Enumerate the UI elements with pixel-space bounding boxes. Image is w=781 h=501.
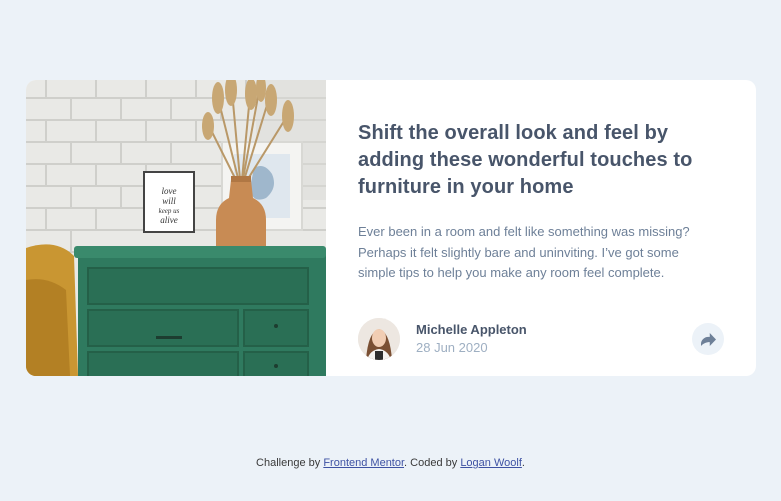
- share-button[interactable]: [692, 323, 724, 355]
- avatar: [358, 318, 400, 360]
- frontend-mentor-link[interactable]: Frontend Mentor: [323, 457, 404, 469]
- author-name: Michelle Appleton: [416, 322, 527, 337]
- post-date: 28 Jun 2020: [416, 340, 488, 355]
- attribution-middle: . Coded by: [404, 457, 461, 469]
- article-image: love will keep us alive: [26, 80, 326, 376]
- author-info: Michelle Appleton 28 Jun 2020: [416, 321, 527, 357]
- author-row: Michelle Appleton 28 Jun 2020: [358, 318, 724, 360]
- svg-text:alive: alive: [160, 215, 178, 225]
- svg-text:keep us: keep us: [159, 207, 180, 215]
- author-link[interactable]: Logan Woolf: [460, 457, 522, 469]
- avatar-photo: [358, 318, 400, 360]
- svg-text:will: will: [162, 196, 176, 206]
- article-title: Shift the overall look and feel by addin…: [358, 122, 693, 198]
- attribution: Challenge by Frontend Mentor. Coded by L…: [0, 457, 781, 469]
- share-icon: [700, 332, 716, 346]
- attribution-suffix: .: [521, 457, 525, 469]
- article-excerpt: Ever been in a room and felt like someth…: [358, 224, 690, 280]
- article-card: love will keep us alive Shift the overal…: [26, 80, 756, 376]
- attribution-prefix: Challenge by: [256, 457, 324, 469]
- card-body: Shift the overall look and feel by addin…: [326, 80, 756, 376]
- drawers-photo: love will keep us alive: [26, 80, 326, 376]
- svg-text:love: love: [162, 186, 177, 196]
